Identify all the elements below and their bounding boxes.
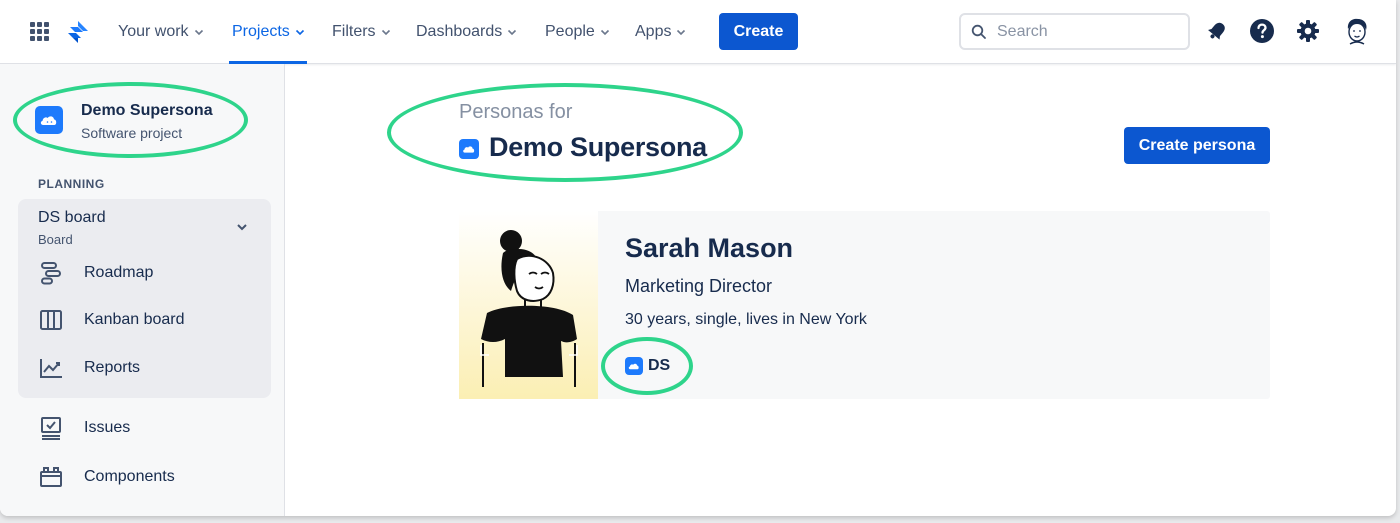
nav-apps-label: Apps bbox=[635, 23, 672, 40]
chevron-down-icon bbox=[600, 29, 609, 36]
settings-gear-icon[interactable] bbox=[1295, 18, 1321, 44]
jira-logo-icon[interactable] bbox=[66, 20, 90, 44]
nav-projects[interactable]: Projects bbox=[229, 0, 307, 64]
sidebar-item-components[interactable]: Components bbox=[38, 462, 175, 492]
search-icon bbox=[971, 24, 986, 39]
persona-project-key: DS bbox=[648, 357, 671, 374]
nav-people-label: People bbox=[545, 23, 595, 40]
page-eyebrow: Personas for bbox=[459, 101, 573, 123]
top-navigation: Your work Projects Filters Dashboards Pe… bbox=[0, 0, 1396, 64]
project-sidebar: Demo Supersona Software project PLANNING… bbox=[0, 64, 285, 516]
components-icon bbox=[38, 464, 64, 490]
sidebar-item-label: Roadmap bbox=[84, 264, 154, 281]
app-window: Your work Projects Filters Dashboards Pe… bbox=[0, 0, 1396, 516]
roadmap-icon bbox=[38, 260, 64, 286]
nav-dashboards-label: Dashboards bbox=[416, 23, 503, 40]
sidebar-item-label: Reports bbox=[84, 359, 141, 376]
page-title: Demo Supersona bbox=[489, 132, 707, 162]
persona-illustration bbox=[459, 211, 598, 399]
sidebar-item-label: Components bbox=[84, 468, 175, 485]
issues-icon bbox=[38, 415, 64, 441]
project-name[interactable]: Demo Supersona bbox=[81, 102, 213, 120]
project-cloud-icon bbox=[625, 357, 643, 375]
sidebar-item-issues[interactable]: Issues bbox=[38, 413, 130, 443]
nav-dashboards[interactable]: Dashboards bbox=[416, 0, 517, 64]
reports-icon bbox=[38, 355, 64, 381]
chevron-down-icon bbox=[295, 29, 304, 36]
persona-role: Marketing Director bbox=[625, 276, 773, 296]
create-button[interactable]: Create bbox=[719, 13, 798, 50]
chevron-down-icon bbox=[381, 29, 390, 36]
search-input[interactable]: Search bbox=[959, 13, 1190, 50]
sidebar-item-label: Issues bbox=[84, 419, 131, 436]
sidebar-item-kanban-board[interactable]: Kanban board bbox=[38, 305, 185, 335]
sidebar-item-reports[interactable]: Reports bbox=[38, 353, 140, 383]
persona-name: Sarah Mason bbox=[625, 233, 794, 263]
nav-your-work-label: Your work bbox=[118, 23, 189, 40]
nav-apps[interactable]: Apps bbox=[635, 0, 686, 64]
project-cloud-icon bbox=[459, 139, 479, 159]
persona-project-tag: DS bbox=[625, 357, 670, 375]
sidebar-item-label: Kanban board bbox=[84, 311, 185, 328]
chevron-down-icon bbox=[194, 29, 203, 36]
persona-card[interactable]: Sarah Mason Marketing Director 30 years,… bbox=[459, 211, 1270, 399]
nav-filters[interactable]: Filters bbox=[332, 0, 391, 64]
chevron-down-icon bbox=[508, 29, 517, 36]
search-placeholder: Search bbox=[997, 22, 1048, 40]
user-avatar[interactable] bbox=[1341, 15, 1373, 47]
sidebar-item-roadmap[interactable]: Roadmap bbox=[38, 258, 153, 288]
planning-section-heading: PLANNING bbox=[38, 177, 105, 191]
nav-filters-label: Filters bbox=[332, 23, 376, 40]
app-switcher-icon[interactable] bbox=[30, 22, 49, 41]
chevron-down-icon bbox=[677, 29, 686, 36]
board-switcher-title[interactable]: DS board bbox=[38, 209, 106, 227]
persona-portrait-icon bbox=[480, 230, 578, 387]
nav-people[interactable]: People bbox=[545, 0, 610, 64]
user-avatar-illustration-icon bbox=[1341, 15, 1373, 47]
board-group: DS board Board Roadmap Kanban board Repo… bbox=[18, 199, 271, 398]
persona-description: 30 years, single, lives in New York bbox=[625, 311, 867, 328]
project-type: Software project bbox=[81, 125, 183, 141]
project-cloud-icon bbox=[35, 106, 63, 134]
help-icon[interactable] bbox=[1249, 18, 1275, 44]
kanban-icon bbox=[38, 307, 64, 333]
notifications-bell-icon[interactable] bbox=[1204, 18, 1230, 44]
nav-your-work[interactable]: Your work bbox=[118, 0, 204, 64]
nav-projects-label: Projects bbox=[232, 23, 290, 40]
create-persona-button[interactable]: Create persona bbox=[1124, 127, 1270, 164]
board-switcher-subtitle: Board bbox=[38, 232, 73, 247]
chevron-down-icon[interactable] bbox=[236, 221, 248, 233]
